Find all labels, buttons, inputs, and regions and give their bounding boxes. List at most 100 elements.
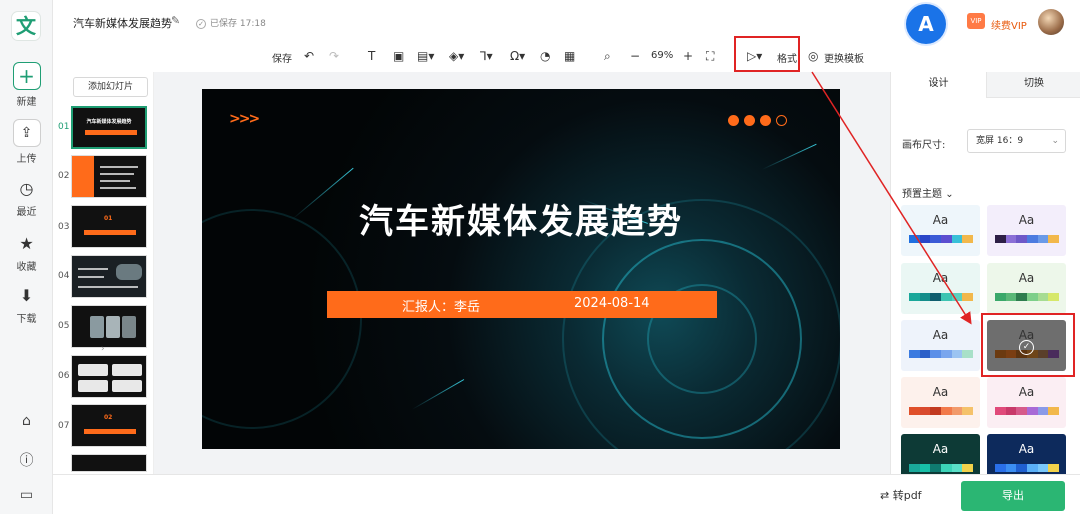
color-swatch <box>909 350 920 358</box>
decor-streak <box>761 143 817 170</box>
device-icon[interactable]: ▭ <box>0 487 53 503</box>
fit-screen-icon[interactable]: ⛶ <box>706 49 714 64</box>
color-swatch <box>962 350 974 358</box>
saved-status: ✓ 已保存 17:18 <box>196 16 266 29</box>
theme-aa-label: Aa <box>932 213 949 227</box>
user-avatar[interactable] <box>1038 9 1064 35</box>
add-slide-button[interactable]: 添加幻灯片 <box>73 77 148 97</box>
document-title[interactable]: 汽车新媒体发展趋势 <box>73 15 172 31</box>
color-swatch <box>1048 293 1060 301</box>
slide-thumb-3[interactable]: 01 <box>71 205 147 248</box>
slide-number: 07 <box>58 421 70 431</box>
theme-card-8[interactable]: Aa <box>987 377 1066 428</box>
thumb-side <box>72 156 94 197</box>
slide-thumb-5[interactable] <box>71 305 147 348</box>
color-swatch <box>909 407 920 415</box>
nav-favorite-label: 收藏 <box>16 262 37 273</box>
renew-vip-link[interactable]: 续费VIP <box>991 17 1027 32</box>
connector-icon[interactable]: ⅂▾ <box>480 49 493 63</box>
undo-icon[interactable]: ↶ <box>304 49 314 63</box>
theme-card-3[interactable]: Aa <box>901 263 980 314</box>
zoom-out-icon[interactable]: − <box>630 49 640 63</box>
nav-favorite[interactable]: ★ 收藏 <box>0 233 53 273</box>
brand-logo[interactable]: A <box>906 4 946 44</box>
chevron-decor: >>> <box>229 111 260 127</box>
canvas-size-value: 宽屏 16：9 <box>976 136 1024 146</box>
chart-icon[interactable]: ◔ <box>540 49 550 63</box>
plus-icon: + <box>12 62 41 90</box>
palette-icon[interactable]: ◎ <box>808 49 818 63</box>
upload-icon: ⇪ <box>12 119 41 147</box>
swap-icon: ⇄ <box>880 489 890 502</box>
slide-thumb-4[interactable] <box>71 255 147 298</box>
nav-recent[interactable]: ◷ 最近 <box>0 178 53 218</box>
theme-card-4[interactable]: Aa <box>987 263 1066 314</box>
theme-card-7[interactable]: Aa <box>901 377 980 428</box>
clock-icon: ◷ <box>19 179 34 198</box>
left-nav: 文 + 新建 ⇪ 上传 ◷ 最近 ★ 收藏 ⬇ 下载 ⌂ ⓘ ▭ <box>0 0 53 514</box>
theme-aa-label: Aa <box>1018 442 1035 456</box>
nav-new[interactable]: + 新建 <box>0 62 53 108</box>
color-swatch <box>1016 464 1028 472</box>
shape-icon[interactable]: ◈▾ <box>449 49 464 63</box>
slide-thumb-1[interactable]: 汽车新媒体发展趋势 <box>71 106 147 149</box>
nav-download-label: 下载 <box>16 314 37 325</box>
theme-swatches <box>909 464 974 472</box>
color-swatch <box>1005 293 1017 301</box>
tab-design[interactable]: 设计 <box>891 72 986 98</box>
symbol-icon[interactable]: Ω▾ <box>510 49 525 63</box>
table-icon[interactable]: ▦ <box>564 49 575 63</box>
slide-title[interactable]: 汽车新媒体发展趋势 <box>202 194 840 243</box>
color-swatch <box>1016 293 1028 301</box>
image-icon[interactable]: ▣ <box>393 49 404 63</box>
text-icon[interactable]: T <box>368 49 375 63</box>
star-icon: ★ <box>19 234 34 253</box>
gift-icon[interactable]: ⌂ <box>0 413 53 429</box>
nav-upload[interactable]: ⇪ 上传 <box>0 119 53 165</box>
convert-pdf-button[interactable]: ⇄ 转pdf <box>880 487 922 503</box>
color-swatch <box>1037 293 1049 301</box>
app-logo[interactable]: 文 <box>11 11 41 41</box>
thumb-line <box>78 286 138 288</box>
redo-icon[interactable]: ↷ <box>329 49 339 63</box>
theme-aa-label: Aa <box>932 328 949 342</box>
export-button[interactable]: 导出 <box>961 481 1065 511</box>
color-swatch <box>941 464 952 472</box>
color-swatch <box>962 407 974 415</box>
color-swatch <box>1016 235 1028 243</box>
collapse-handle[interactable]: › <box>101 344 109 364</box>
slide-canvas[interactable]: >>> 汽车新媒体发展趋势 汇报人：李岳 2024-08-14 <box>202 89 840 449</box>
color-swatch <box>951 235 963 243</box>
reporter-bar[interactable]: 汇报人：李岳 2024-08-14 <box>327 291 717 318</box>
theme-card-1[interactable]: Aa <box>901 205 980 256</box>
slide-thumbnails: 添加幻灯片 01 汽车新媒体发展趋势 02 03 01 04 05 06 07 … <box>53 72 154 474</box>
preset-theme-text: 预置主题 <box>902 189 942 200</box>
canvas-size-select[interactable]: 宽屏 16：9 ⌄ <box>967 129 1066 153</box>
change-template-button[interactable]: 更换模板 <box>824 50 864 65</box>
canvas-size-label: 画布尺寸: <box>902 140 946 151</box>
pencil-icon[interactable]: ✎ <box>171 14 180 27</box>
theme-card-2[interactable]: Aa <box>987 205 1066 256</box>
preset-theme-label[interactable]: 预置主题 ⌄ <box>902 185 954 200</box>
thumb-bar <box>84 230 136 235</box>
theme-card-5[interactable]: Aa <box>901 320 980 371</box>
nav-new-label: 新建 <box>16 97 37 108</box>
tab-switch[interactable]: 切换 <box>986 72 1080 98</box>
help-icon[interactable]: ⓘ <box>0 450 53 470</box>
zoom-search-icon[interactable]: ⌕ <box>604 49 611 64</box>
zoom-level: 69% <box>651 50 674 61</box>
nav-download[interactable]: ⬇ 下载 <box>0 285 53 325</box>
color-swatch <box>1005 464 1017 472</box>
theme-highlight-box <box>981 313 1075 377</box>
panel-tabs: 设计 切换 <box>891 72 1080 98</box>
slide-thumb-8[interactable] <box>71 454 147 472</box>
theme-swatches <box>909 407 974 415</box>
slide-canvas-area: >>> 汽车新媒体发展趋势 汇报人：李岳 2024-08-14 <box>154 72 890 474</box>
slide-thumb-2[interactable] <box>71 155 147 198</box>
slide-thumb-6[interactable] <box>71 355 147 398</box>
slide-thumb-7[interactable]: 02 <box>71 404 147 447</box>
color-swatch <box>919 350 931 358</box>
save-button[interactable]: 保存 <box>272 50 292 65</box>
zoom-in-icon[interactable]: + <box>683 49 693 63</box>
media-icon[interactable]: ▤▾ <box>417 49 434 63</box>
